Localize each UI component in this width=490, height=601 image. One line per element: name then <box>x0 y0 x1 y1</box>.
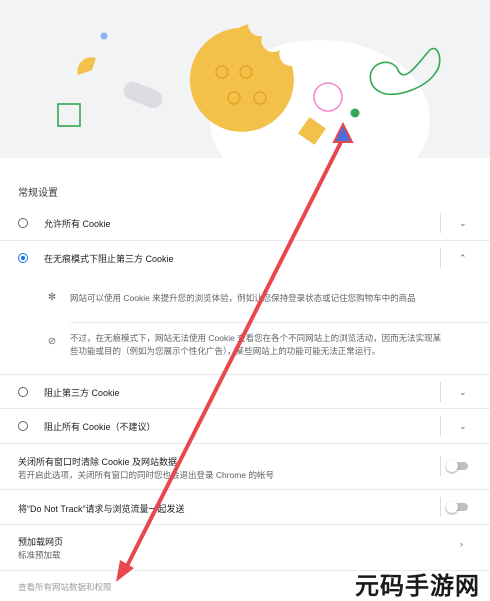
blue-dot-shape <box>100 32 108 40</box>
setting-title: 将“Do Not Track”请求与浏览流量一起发送 <box>18 504 185 514</box>
divider <box>440 497 441 517</box>
section-title: 常规设置 <box>18 188 58 199</box>
green-dot-shape <box>350 108 360 118</box>
clear-on-exit-setting[interactable]: 关闭所有窗口时清除 Cookie 及网站数据 若开启此选项，关闭所有窗口的同时您… <box>0 444 490 489</box>
setting-subtitle: 若开启此选项，关闭所有窗口的同时您也会退出登录 Chrome 的帐号 <box>18 470 274 480</box>
option-block-third-party[interactable]: 阻止第三方 Cookie ⌄ <box>0 375 490 409</box>
chevron-right-icon[interactable]: › <box>460 539 463 549</box>
setting-subtitle: 标准预加载 <box>18 550 61 560</box>
option-label: 阻止第三方 Cookie <box>44 387 120 398</box>
detail-text: 不过，在无痕模式下，网站无法使用 Cookie 查看您在各个不同网站上的浏览活动… <box>70 332 470 358</box>
radio-button[interactable] <box>18 421 28 431</box>
yellow-wedge-shape <box>77 57 96 75</box>
setting-title: 预加载网页 <box>18 537 64 547</box>
setting-title: 关闭所有窗口时清除 Cookie 及网站数据 <box>18 457 178 467</box>
cookie-illustration <box>0 0 490 158</box>
option-block-all-cookies[interactable]: 阻止所有 Cookie（不建议） ⌄ <box>0 409 490 443</box>
cookie-icon <box>189 24 294 132</box>
radio-button-selected[interactable] <box>18 253 28 263</box>
detail-text: 网站可以使用 Cookie 来提升您的浏览体验，例如让您保持登录状态或记住您购物… <box>70 293 416 303</box>
radio-button[interactable] <box>18 218 28 228</box>
gray-pill-shape <box>123 81 163 109</box>
preload-pages-setting[interactable]: 预加载网页 标准预加载 › <box>0 525 490 570</box>
cookie-icon: ✼ <box>47 292 57 303</box>
chevron-up-icon[interactable]: ⌃ <box>459 253 467 264</box>
divider <box>440 213 441 233</box>
detail-line-2: 些功能或目的（例如为您展示个性化广告），某些网站上的功能可能无法正常运行。 <box>70 346 381 356</box>
detail-line-1: 不过，在无痕模式下，网站无法使用 Cookie 查看您在各个不同网站上的浏览活动… <box>70 333 442 343</box>
divider <box>440 248 441 268</box>
green-square-shape <box>57 103 81 127</box>
chevron-down-icon[interactable]: ⌄ <box>459 218 467 229</box>
chevron-down-icon[interactable]: ⌄ <box>459 421 467 432</box>
chevron-down-icon[interactable]: ⌄ <box>459 387 467 398</box>
option-label: 允许所有 Cookie <box>44 218 111 229</box>
clear-on-exit-toggle[interactable] <box>446 460 468 472</box>
divider <box>440 382 441 402</box>
divider <box>70 322 490 323</box>
illustration-graphic <box>57 24 441 158</box>
option-allow-all-cookies[interactable]: 允许所有 Cookie ⌄ <box>0 206 490 240</box>
option-label: 在无痕模式下阻止第三方 Cookie <box>44 253 174 264</box>
option-block-third-party-incognito[interactable]: 在无痕模式下阻止第三方 Cookie ⌃ <box>0 241 490 275</box>
block-icon: ⊘ <box>47 336 57 347</box>
do-not-track-setting[interactable]: 将“Do Not Track”请求与浏览流量一起发送 <box>0 490 490 524</box>
watermark-text: 元码手游网 <box>355 572 480 600</box>
radio-button[interactable] <box>18 387 28 397</box>
divider <box>440 456 441 476</box>
view-site-data-link[interactable]: 查看所有网站数据和权限 <box>18 581 112 593</box>
option-label: 阻止所有 Cookie（不建议） <box>44 421 156 432</box>
do-not-track-toggle[interactable] <box>446 501 468 513</box>
divider <box>440 416 441 436</box>
